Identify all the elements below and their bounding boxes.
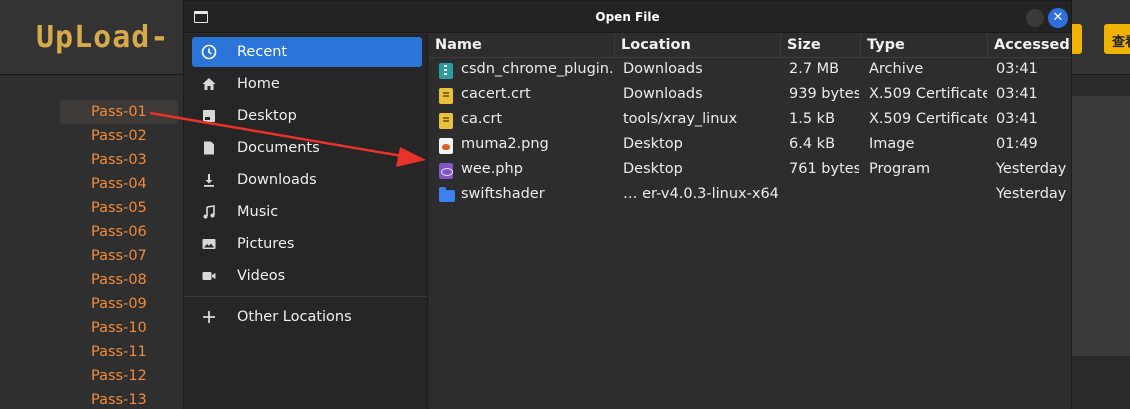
sidebar-item-videos[interactable]: Videos	[192, 261, 422, 291]
file-type: X.509 Certificate	[869, 111, 987, 127]
minimize-button[interactable]	[1026, 9, 1044, 27]
file-type: Image	[869, 136, 915, 152]
file-location: Desktop	[623, 136, 683, 152]
sidebar-item-recent[interactable]: Recent	[192, 37, 422, 67]
level-item[interactable]: Pass-07	[60, 244, 178, 268]
desktop-icon	[201, 108, 217, 124]
level-item[interactable]: Pass-10	[60, 316, 178, 340]
file-type: X.509 Certificate	[869, 86, 987, 102]
file-size: 939 bytes	[789, 86, 859, 102]
sidebar-item-downloads[interactable]: Downloads	[192, 165, 422, 195]
music-icon	[201, 204, 217, 220]
file-name: ca.crt	[461, 111, 503, 127]
level-item[interactable]: Pass-03	[60, 148, 178, 172]
file-name: wee.php	[461, 161, 523, 177]
file-accessed: 01:49	[996, 136, 1038, 152]
site-logo: UpLoad-	[36, 20, 170, 55]
file-name: csdn_chrome_plugin...	[461, 61, 613, 77]
column-header-accessed[interactable]: Accessed	[988, 34, 1071, 58]
level-item[interactable]: Pass-09	[60, 292, 178, 316]
sidebar-item-label: Other Locations	[237, 309, 352, 325]
sidebar-item-documents[interactable]: Documents	[192, 133, 422, 163]
file-type: Program	[869, 161, 931, 177]
file-size: 761 bytes	[789, 161, 859, 177]
file-accessed: Yesterday	[996, 186, 1067, 202]
file-size: 1.5 kB	[789, 111, 836, 127]
places-sidebar: Recent Home Desktop Documents Downloads	[184, 34, 428, 409]
level-item[interactable]: Pass-02	[60, 124, 178, 148]
open-file-dialog: Open File ✕ Recent Home Desktop Document…	[183, 0, 1072, 409]
picture-icon	[201, 236, 217, 252]
level-item[interactable]: Pass-04	[60, 172, 178, 196]
file-name: swiftshader	[461, 186, 545, 202]
sidebar-item-label: Videos	[237, 268, 286, 284]
file-row[interactable]: ca.crt tools/xray_linux 1.5 kB X.509 Cer…	[429, 108, 1071, 133]
plus-icon	[201, 309, 217, 325]
download-icon	[201, 172, 217, 188]
sidebar-item-home[interactable]: Home	[192, 69, 422, 99]
sidebar-item-other-locations[interactable]: Other Locations	[192, 302, 422, 332]
sidebar-item-music[interactable]: Music	[192, 197, 422, 227]
sidebar-item-label: Home	[237, 76, 280, 92]
column-header-size[interactable]: Size	[781, 34, 861, 58]
level-list: Pass-01 Pass-02 Pass-03 Pass-04 Pass-05 …	[60, 100, 178, 409]
column-header-location[interactable]: Location	[615, 34, 781, 58]
file-accessed: 03:41	[996, 61, 1038, 77]
sidebar-divider	[184, 296, 427, 297]
level-item[interactable]: Pass-13	[60, 388, 178, 409]
file-location: tools/xray_linux	[623, 111, 738, 127]
sidebar-item-label: Music	[237, 204, 279, 220]
column-header-name[interactable]: Name	[429, 34, 615, 58]
level-item[interactable]: Pass-05	[60, 196, 178, 220]
php-file-icon	[439, 163, 453, 179]
dialog-title: Open File	[595, 10, 660, 24]
column-header-type[interactable]: Type	[861, 34, 988, 58]
file-location: … er-v4.0.3-linux-x64	[623, 186, 779, 202]
home-icon	[201, 76, 217, 92]
file-row[interactable]: muma2.png Desktop 6.4 kB Image 01:49	[429, 133, 1071, 158]
file-row[interactable]: swiftshader … er-v4.0.3-linux-x64 Yester…	[429, 183, 1071, 208]
level-item[interactable]: Pass-01	[60, 100, 178, 124]
archive-icon	[439, 63, 453, 79]
file-accessed: Yesterday	[996, 161, 1067, 177]
sidebar-item-label: Pictures	[237, 236, 295, 252]
level-item[interactable]: Pass-11	[60, 340, 178, 364]
file-location: Downloads	[623, 86, 703, 102]
sidebar-item-label: Desktop	[237, 108, 297, 124]
sidebar-item-label: Downloads	[237, 172, 317, 188]
image-file-icon	[439, 138, 453, 154]
certificate-icon	[439, 88, 453, 104]
close-icon: ✕	[1052, 10, 1064, 25]
video-icon	[201, 268, 217, 284]
dialog-titlebar[interactable]: Open File ✕	[184, 1, 1071, 33]
file-size: 2.7 MB	[789, 61, 840, 77]
level-item[interactable]: Pass-06	[60, 220, 178, 244]
folder-icon	[439, 187, 455, 202]
certificate-icon	[439, 113, 453, 129]
close-button[interactable]: ✕	[1048, 8, 1068, 28]
file-location: Desktop	[623, 161, 683, 177]
file-location: Downloads	[623, 61, 703, 77]
sidebar-item-label: Recent	[237, 44, 288, 60]
file-accessed: 03:41	[996, 86, 1038, 102]
content-panel	[1072, 96, 1130, 356]
file-name: muma2.png	[461, 136, 549, 152]
file-row[interactable]: cacert.crt Downloads 939 bytes X.509 Cer…	[429, 83, 1071, 108]
file-type: Archive	[869, 61, 924, 77]
clock-icon	[201, 44, 217, 60]
file-row[interactable]: csdn_chrome_plugin... Downloads 2.7 MB A…	[429, 58, 1071, 83]
file-list: Name Location Size Type Accessed csdn_ch…	[429, 34, 1071, 409]
file-accessed: 03:41	[996, 111, 1038, 127]
view-button[interactable]: 查看	[1104, 24, 1130, 54]
sidebar-item-desktop[interactable]: Desktop	[192, 101, 422, 131]
sidebar-item-pictures[interactable]: Pictures	[192, 229, 422, 259]
level-item[interactable]: Pass-12	[60, 364, 178, 388]
file-row[interactable]: wee.php Desktop 761 bytes Program Yester…	[429, 158, 1071, 183]
sidebar-item-label: Documents	[237, 140, 320, 156]
file-size: 6.4 kB	[789, 136, 836, 152]
level-item[interactable]: Pass-08	[60, 268, 178, 292]
document-icon	[201, 140, 217, 156]
file-name: cacert.crt	[461, 86, 531, 102]
